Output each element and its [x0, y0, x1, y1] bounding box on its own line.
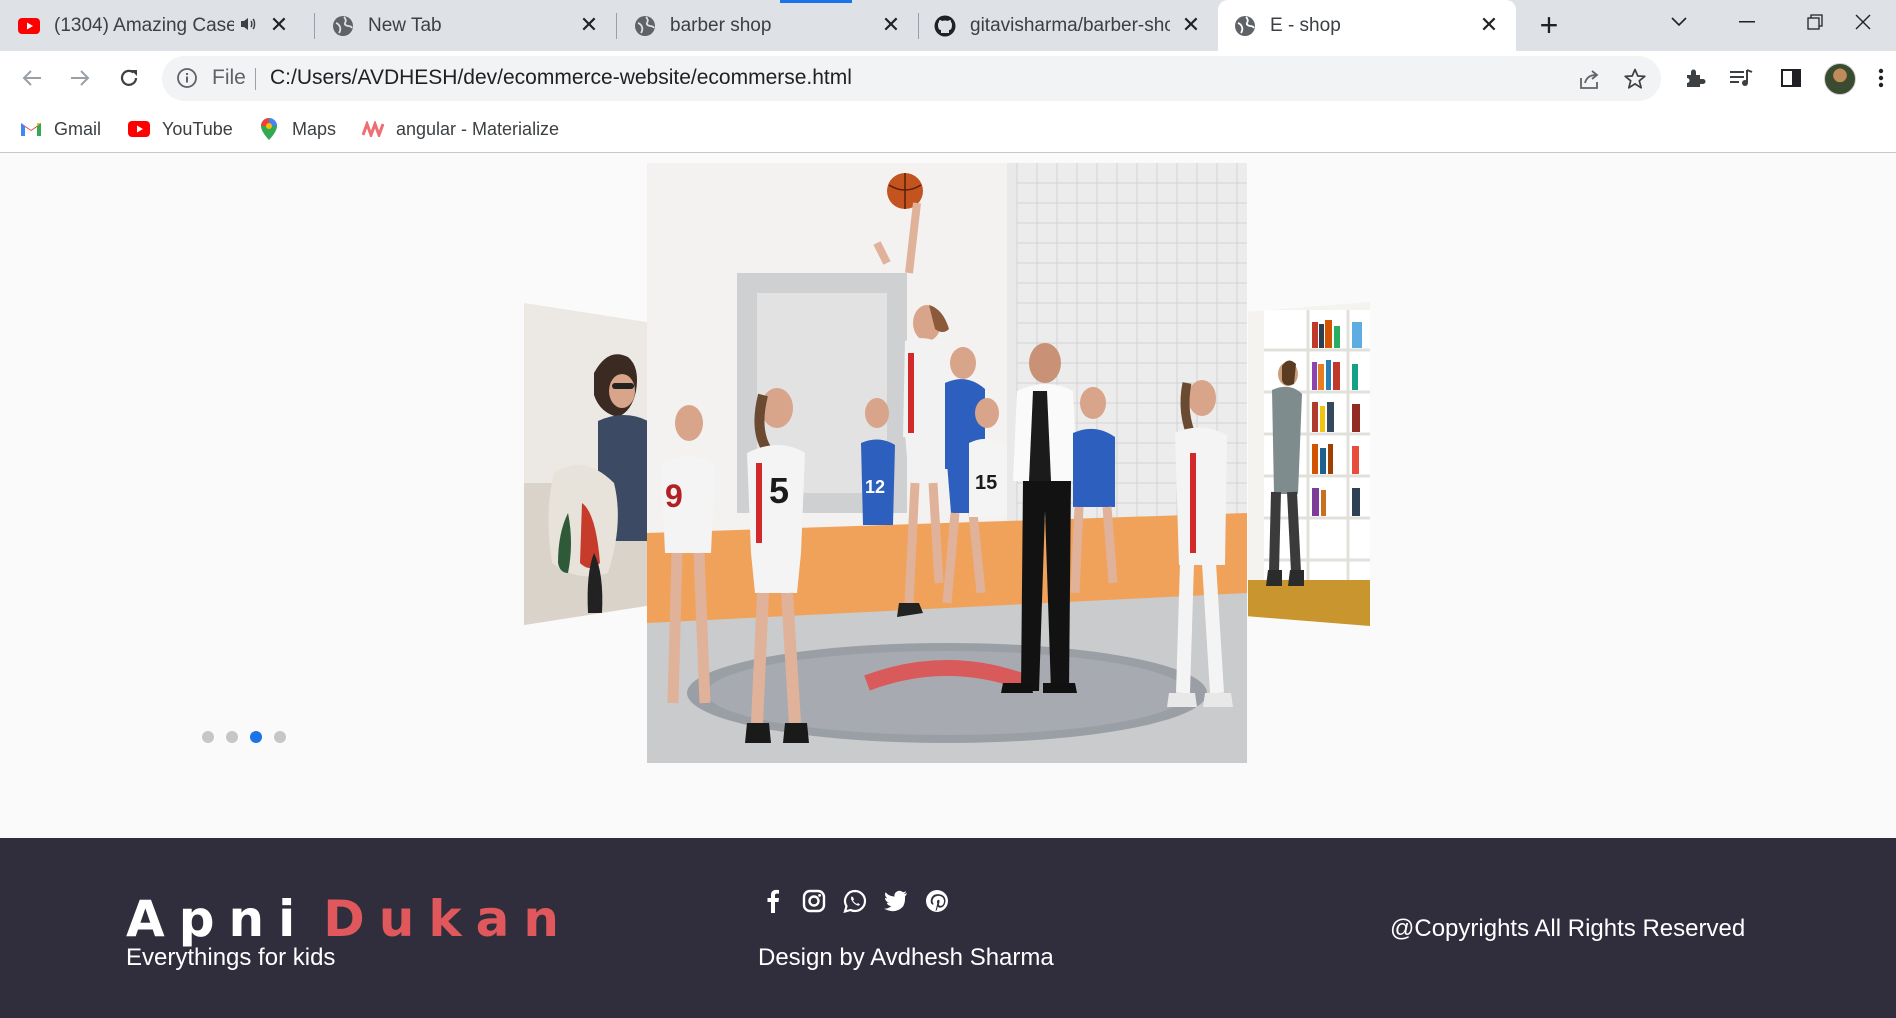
close-window-icon[interactable]: [1830, 0, 1896, 44]
brand-tagline: Everythings for kids: [126, 944, 336, 971]
bookmarks-bar: Gmail YouTube Maps angular - Materialize: [0, 105, 1896, 153]
side-panel-icon[interactable]: [1776, 63, 1806, 93]
tab-search-chevron-icon[interactable]: [1646, 0, 1712, 44]
globe-icon: [332, 15, 354, 37]
brand-name-first: Apni: [126, 890, 310, 948]
designer-credit: Design by Avdhesh Sharma: [758, 944, 1054, 971]
carousel-dot-2[interactable]: [226, 731, 238, 743]
copyright-text: @Copyrights All Rights Reserved: [1390, 915, 1746, 942]
carousel-dot-3[interactable]: [250, 731, 262, 743]
profile-avatar[interactable]: [1824, 63, 1856, 95]
bookmark-label: Maps: [292, 118, 337, 139]
bookmark-star-icon[interactable]: [1621, 65, 1649, 93]
bookmark-label: YouTube: [162, 118, 233, 139]
menu-kebab-icon[interactable]: [1874, 63, 1888, 93]
svg-text:5: 5: [769, 470, 789, 511]
brand-logo[interactable]: Apni Dukan: [126, 890, 573, 948]
tab-strip: (1304) Amazing Case ✕ New Tab ✕ barber s…: [0, 0, 1896, 51]
carousel-dot-1[interactable]: [202, 731, 214, 743]
tab-title: (1304) Amazing Case: [54, 14, 234, 36]
brand-name-second: Dukan: [323, 890, 573, 948]
social-links: [760, 888, 949, 913]
tab-title: E - shop: [1270, 14, 1341, 36]
tab-new-tab[interactable]: New Tab ✕: [332, 0, 616, 51]
tab-youtube[interactable]: (1304) Amazing Case ✕: [18, 0, 306, 51]
youtube-icon: [128, 118, 150, 140]
maps-pin-icon: [258, 118, 280, 140]
tab-separator: [616, 13, 617, 39]
media-queue-icon[interactable]: [1726, 63, 1756, 93]
tab-e-shop[interactable]: E - shop ✕: [1218, 0, 1516, 51]
bookmark-gmail[interactable]: Gmail: [20, 115, 101, 143]
carousel-slide-center[interactable]: 5 9 15 12: [647, 163, 1247, 763]
minimize-icon[interactable]: [1714, 0, 1780, 44]
site-footer: Apni Dukan Everythings for kids Design by…: [0, 838, 1896, 1018]
extensions-puzzle-icon[interactable]: [1680, 63, 1710, 93]
back-button[interactable]: [12, 58, 52, 98]
globe-icon: [634, 15, 656, 37]
tab-title: New Tab: [368, 14, 442, 36]
close-icon[interactable]: ✕: [1476, 12, 1502, 38]
forward-button[interactable]: [60, 58, 100, 98]
url-text[interactable]: C:/Users/AVDHESH/dev/ecommerce-website/e…: [270, 66, 852, 90]
whatsapp-icon[interactable]: [842, 888, 867, 913]
carousel-slide-right[interactable]: [1248, 302, 1370, 626]
browser-toolbar: File C:/Users/AVDHESH/dev/ecommerce-webs…: [0, 51, 1896, 105]
reload-button[interactable]: [109, 58, 149, 98]
svg-text:9: 9: [665, 478, 683, 514]
tab-title: barber shop: [670, 14, 772, 36]
carousel-indicators: [202, 731, 286, 743]
tab-barber-shop[interactable]: barber shop ✕: [634, 0, 918, 51]
tab-separator: [918, 13, 919, 39]
close-icon[interactable]: ✕: [878, 12, 904, 38]
close-icon[interactable]: ✕: [576, 12, 602, 38]
bookmark-maps[interactable]: Maps: [258, 115, 336, 143]
omnibox-divider: [255, 68, 256, 90]
bookmark-label: angular - Materialize: [396, 118, 560, 139]
github-icon: [934, 15, 956, 37]
close-icon[interactable]: ✕: [1178, 12, 1204, 38]
carousel-slide-left[interactable]: [524, 303, 648, 625]
facebook-icon[interactable]: [760, 888, 785, 913]
globe-icon: [1234, 15, 1256, 37]
gmail-icon: [20, 118, 42, 140]
svg-text:15: 15: [975, 472, 997, 494]
pinterest-icon[interactable]: [924, 888, 949, 913]
svg-text:12: 12: [865, 477, 885, 497]
tab-separator: [314, 13, 315, 39]
speaker-icon[interactable]: [238, 14, 258, 40]
instagram-icon[interactable]: [801, 888, 826, 913]
scheme-label: File: [212, 66, 246, 89]
materialize-icon: [362, 118, 384, 140]
share-icon[interactable]: [1575, 65, 1603, 93]
bookmark-youtube[interactable]: YouTube: [128, 115, 233, 143]
info-icon[interactable]: [176, 67, 198, 94]
bookmark-label: Gmail: [54, 118, 102, 139]
tab-title: gitavisharma/barber-shop: [970, 14, 1170, 36]
bookmark-materialize[interactable]: angular - Materialize: [362, 115, 559, 143]
new-tab-button[interactable]: +: [1532, 7, 1566, 43]
twitter-icon[interactable]: [883, 888, 908, 913]
address-bar[interactable]: File C:/Users/AVDHESH/dev/ecommerce-webs…: [162, 56, 1661, 101]
youtube-icon: [18, 15, 40, 37]
close-icon[interactable]: ✕: [266, 12, 292, 38]
tab-github[interactable]: gitavisharma/barber-shop ✕: [934, 0, 1218, 51]
carousel-dot-4[interactable]: [274, 731, 286, 743]
